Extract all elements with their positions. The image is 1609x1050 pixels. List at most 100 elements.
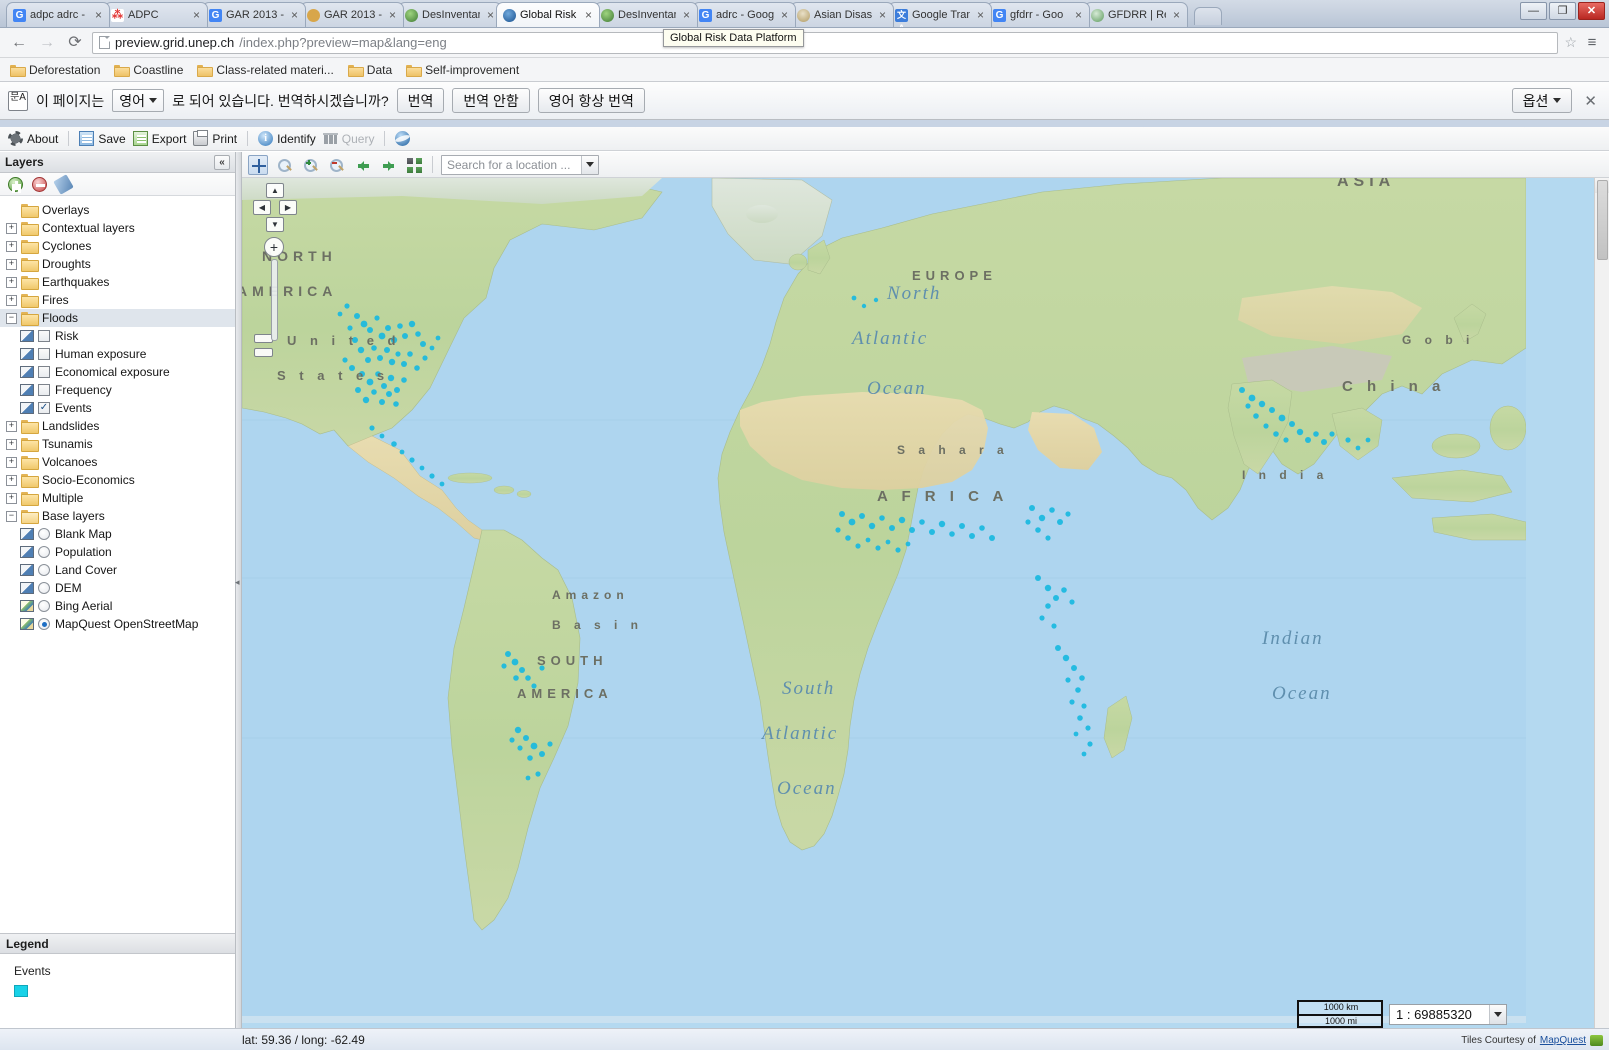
map-vertical-scrollbar[interactable]: ▲ ▼ — [1594, 178, 1609, 1050]
browser-tab[interactable]: GAR 2013 - × — [300, 2, 404, 27]
bookmark-item[interactable]: Coastline — [114, 63, 183, 77]
expand-icon[interactable]: + — [6, 474, 17, 486]
zoom-in-tool-button[interactable] — [300, 155, 320, 175]
world-map-canvas[interactable] — [242, 178, 1526, 1023]
minimize-button[interactable]: — — [1520, 2, 1547, 20]
bookmark-item[interactable]: Self-improvement — [406, 63, 519, 77]
layer-tree-item[interactable]: + Droughts — [0, 255, 235, 273]
layer-tree-item[interactable]: + Contextual layers — [0, 219, 235, 237]
zoom-tool-button[interactable] — [274, 155, 294, 175]
layer-tree-item[interactable]: ✓ Events — [0, 399, 235, 417]
baselayer-radio[interactable] — [38, 564, 50, 576]
layer-tree-item[interactable]: + Earthquakes — [0, 273, 235, 291]
layer-tree-item[interactable]: − Floods — [0, 309, 235, 327]
close-translate-icon[interactable]: ✕ — [1584, 92, 1601, 110]
expand-icon[interactable]: + — [6, 438, 17, 450]
scrollbar-thumb[interactable] — [1597, 180, 1608, 260]
layer-tree-item[interactable]: + Fires — [0, 291, 235, 309]
no-translate-button[interactable]: 번역 안함 — [452, 88, 530, 113]
layer-tree-item[interactable]: + Landslides — [0, 417, 235, 435]
expand-icon[interactable]: + — [6, 456, 17, 468]
browser-menu-icon[interactable]: ≡ — [1583, 34, 1601, 51]
search-input[interactable]: Search for a location ... — [447, 158, 581, 172]
back-icon[interactable]: ← — [8, 32, 30, 54]
next-extent-button[interactable] — [378, 155, 398, 175]
bookmark-item[interactable]: Data — [347, 63, 392, 77]
layer-tree-item[interactable]: Population — [0, 543, 235, 561]
layer-tree-item[interactable]: Risk — [0, 327, 235, 345]
baselayer-radio[interactable] — [38, 618, 50, 630]
layer-tree-item[interactable]: MapQuest OpenStreetMap — [0, 615, 235, 633]
print-button[interactable]: Print — [193, 130, 237, 146]
bookmark-item[interactable]: Class-related materi... — [197, 63, 334, 77]
pan-up-button[interactable]: ▲ — [266, 183, 284, 198]
new-tab-button[interactable] — [1194, 7, 1222, 25]
browser-tab[interactable]: G GAR 2013 - × — [202, 2, 306, 27]
address-bar[interactable]: preview.grid.unep.ch /index.php?preview=… — [92, 31, 1559, 54]
expand-icon[interactable]: + — [6, 222, 17, 234]
layer-tree-item[interactable]: − Base layers — [0, 507, 235, 525]
full-extent-button[interactable] — [404, 155, 424, 175]
baselayer-radio[interactable] — [38, 546, 50, 558]
layer-tree-item[interactable]: Overlays — [0, 201, 235, 219]
expand-icon[interactable]: + — [6, 492, 17, 504]
browser-tab[interactable]: ⁂ ADPC × — [104, 2, 208, 27]
layer-tree-item[interactable]: Economical exposure — [0, 363, 235, 381]
layer-checkbox[interactable] — [38, 366, 50, 378]
translate-button[interactable]: 번역 — [396, 88, 445, 113]
source-language-select[interactable]: 영어 — [112, 89, 165, 112]
layer-tree-item[interactable]: Frequency — [0, 381, 235, 399]
tab-close-icon[interactable]: × — [582, 9, 595, 22]
browser-tab[interactable]: Gadpc adrc - × — [6, 2, 110, 27]
browser-tab[interactable]: Global Risk × — [496, 2, 600, 27]
bookmark-item[interactable]: Deforestation — [10, 63, 100, 77]
zoom-slider-track[interactable] — [271, 259, 278, 341]
attribution-link[interactable]: MapQuest — [1540, 1035, 1586, 1046]
baselayer-radio[interactable] — [38, 600, 50, 612]
tab-close-icon[interactable]: × — [1072, 9, 1085, 22]
layer-checkbox[interactable]: ✓ — [38, 402, 50, 414]
layer-tree-item[interactable]: Blank Map — [0, 525, 235, 543]
collapse-icon[interactable]: − — [6, 510, 17, 522]
pan-down-button[interactable]: ▼ — [266, 217, 284, 232]
tab-close-icon[interactable]: × — [92, 9, 105, 22]
browser-tab[interactable]: DesInventar × — [398, 2, 502, 27]
previous-extent-button[interactable] — [352, 155, 372, 175]
layer-settings-icon[interactable] — [53, 173, 74, 195]
map-viewport[interactable]: North Atlantic Ocean South Atlantic Ocean Indi… — [242, 178, 1609, 1050]
tab-close-icon[interactable]: × — [1170, 9, 1183, 22]
tab-close-icon[interactable]: × — [288, 9, 301, 22]
add-layer-icon[interactable] — [8, 176, 23, 192]
pan-tool-button[interactable] — [248, 154, 268, 175]
layer-checkbox[interactable] — [38, 384, 50, 396]
baselayer-radio[interactable] — [38, 582, 50, 594]
search-dropdown-button[interactable] — [581, 155, 598, 174]
save-button[interactable]: Save — [79, 131, 126, 146]
bookmark-star-icon[interactable]: ☆ — [1564, 34, 1577, 51]
expand-icon[interactable]: + — [6, 276, 17, 288]
close-window-button[interactable]: ✕ — [1578, 2, 1605, 20]
layer-tree-item[interactable]: Human exposure — [0, 345, 235, 363]
export-button[interactable]: Export — [132, 131, 186, 146]
pan-right-button[interactable]: ▶ — [279, 200, 297, 215]
layer-tree-item[interactable]: + Cyclones — [0, 237, 235, 255]
always-translate-button[interactable]: 영어 항상 번역 — [537, 88, 645, 113]
reload-icon[interactable]: ⟳ — [64, 32, 86, 54]
collapse-icon[interactable]: − — [6, 312, 17, 324]
forward-icon[interactable]: → — [36, 32, 58, 54]
tab-close-icon[interactable]: × — [386, 9, 399, 22]
map-nav-widget[interactable]: ▲ ◀ ▶ ▼ + — [253, 183, 297, 358]
maximize-button[interactable]: ❐ — [1549, 2, 1576, 20]
layer-checkbox[interactable] — [38, 330, 50, 342]
layer-tree-item[interactable]: + Tsunamis — [0, 435, 235, 453]
identify-button[interactable]: i Identify — [258, 131, 316, 146]
expand-icon[interactable]: + — [6, 294, 17, 306]
browser-tab[interactable]: Gadrc - Goog × — [692, 2, 796, 27]
layer-tree-item[interactable]: + Multiple — [0, 489, 235, 507]
layer-tree-item[interactable]: + Socio-Economics — [0, 471, 235, 489]
browser-tab[interactable]: GFDRR | Re × — [1084, 2, 1188, 27]
expand-icon[interactable]: + — [6, 258, 17, 270]
scale-select[interactable]: 1 : 69885320 — [1389, 1003, 1507, 1025]
globe-icon[interactable] — [395, 131, 411, 146]
remove-layer-icon[interactable] — [32, 176, 47, 192]
